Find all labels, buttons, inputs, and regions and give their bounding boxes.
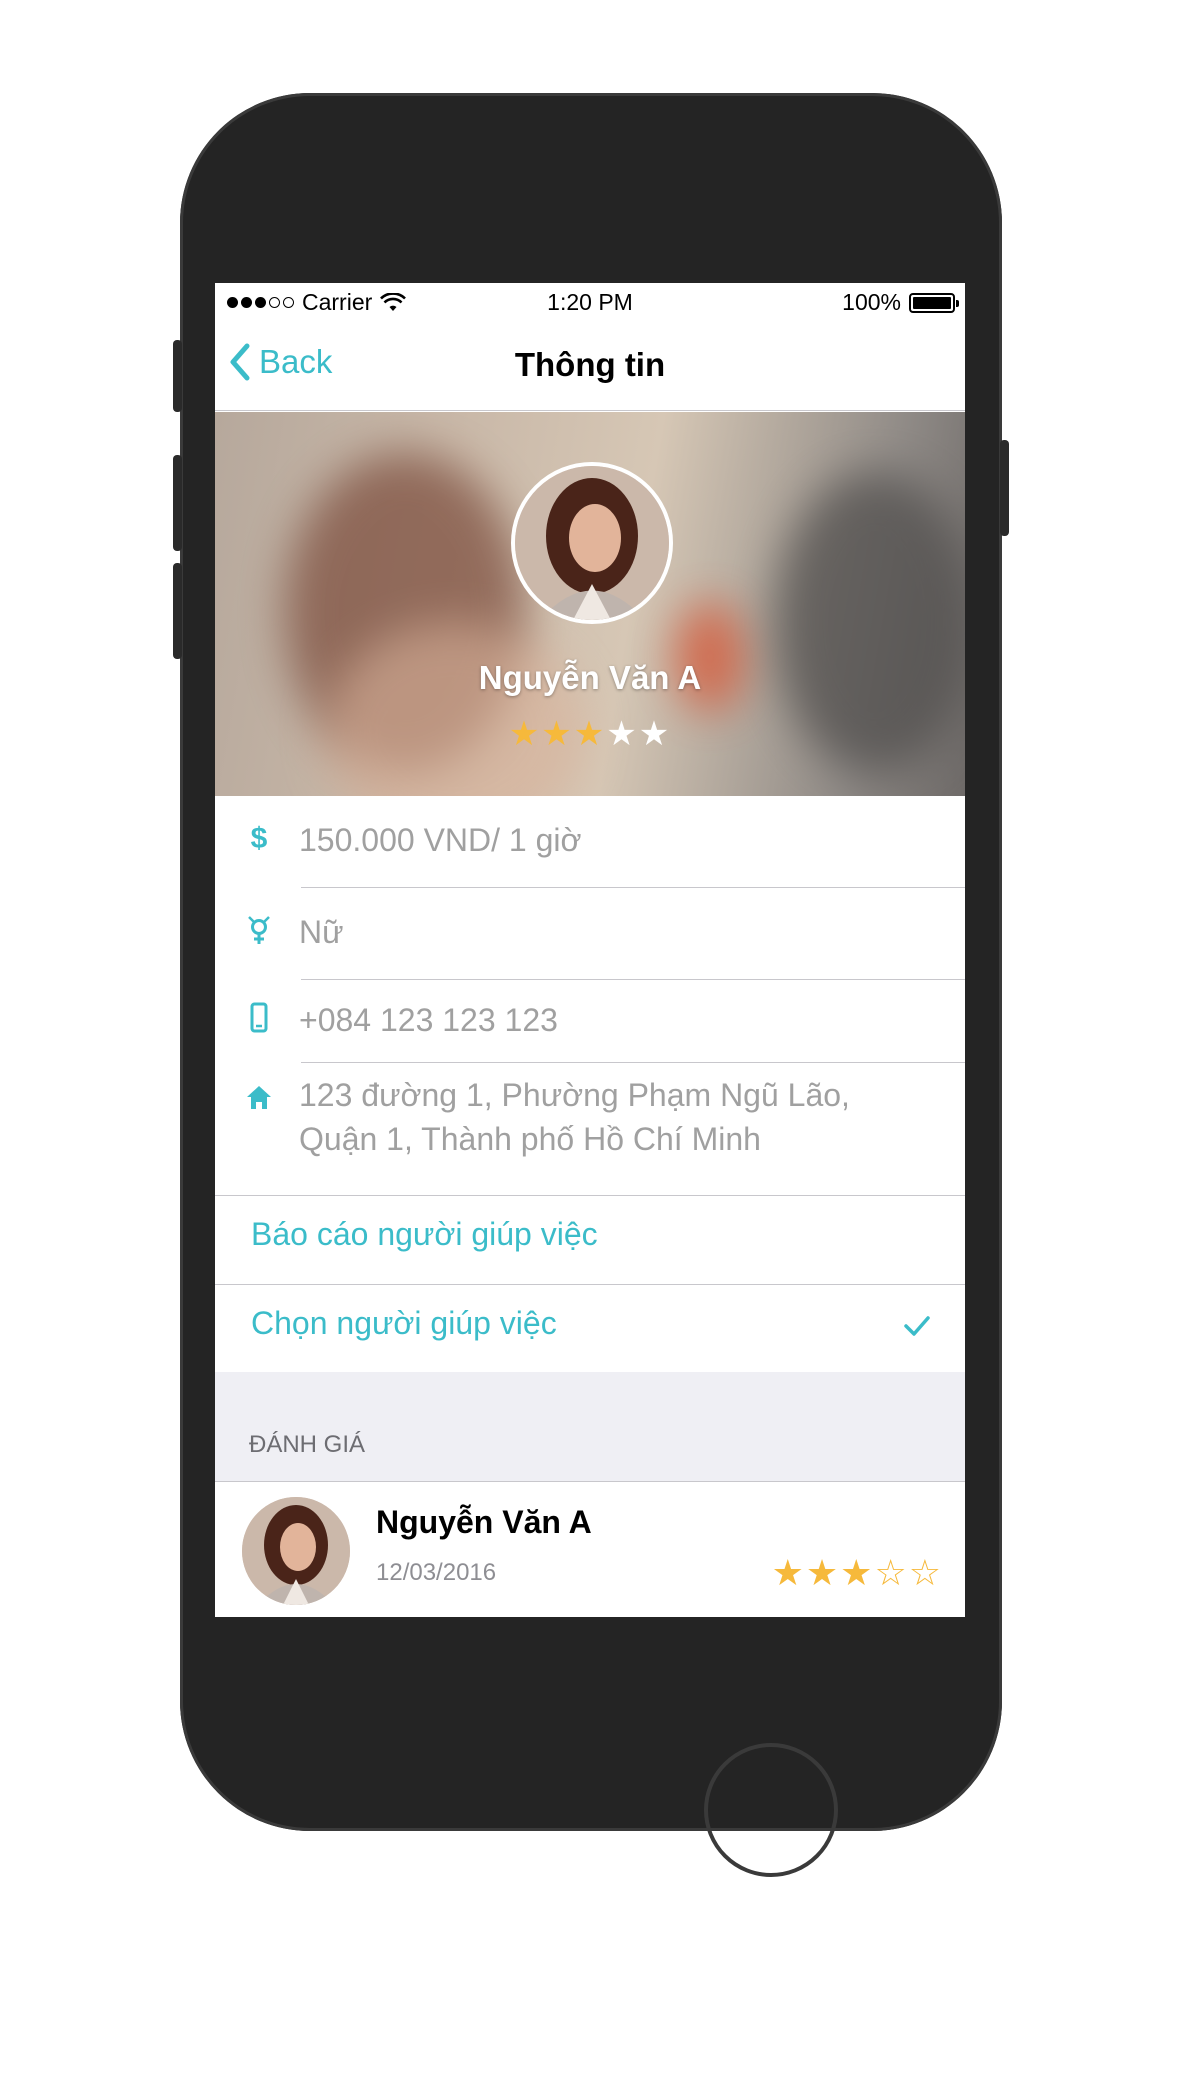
profile-rating: ★★★★★ [215, 714, 965, 754]
star-icon: ★ [840, 1552, 875, 1593]
battery-percent: 100% [842, 289, 901, 315]
battery-icon [909, 292, 959, 313]
dollar-icon: $ [250, 822, 268, 855]
profile-header: Nguyễn Văn A ★★★★★ [215, 412, 965, 796]
mobile-phone-icon [250, 1002, 268, 1033]
star-icon: ★ [771, 1552, 806, 1593]
phone-row[interactable]: +084 123 123 123 [215, 980, 965, 1062]
checkmark-icon [904, 1316, 930, 1336]
status-right: 100% [842, 289, 959, 316]
gender-value: Nữ [299, 914, 344, 950]
report-helper-label: Báo cáo người giúp việc [251, 1216, 598, 1252]
report-helper-button[interactable]: Báo cáo người giúp việc [215, 1196, 965, 1284]
status-bar: Carrier 1:20 PM 100% [215, 283, 965, 323]
star-icon: ★ [638, 715, 672, 753]
mute-switch [173, 340, 182, 412]
star-icon: ★ [606, 715, 639, 753]
reviews-section-header [215, 1372, 965, 1481]
price-value: 150.000 VND/ 1 giờ [299, 822, 582, 858]
review-item[interactable]: Nguyễn Văn A 12/03/2016 ★★★☆☆ [215, 1482, 965, 1617]
gender-icon [248, 916, 270, 944]
star-icon: ★ [508, 715, 542, 753]
reviews-section-title: ĐÁNH GIÁ [249, 1431, 366, 1458]
phone-value: +084 123 123 123 [299, 1002, 558, 1038]
address-line-2: Quận 1, Thành phố Hồ Chí Minh [299, 1121, 761, 1157]
avatar-portrait [242, 1497, 350, 1605]
profile-avatar [511, 462, 673, 624]
price-row: $ 150.000 VND/ 1 giờ [215, 796, 965, 887]
review-date: 12/03/2016 [376, 1559, 497, 1586]
star-outline-icon: ☆ [874, 1552, 909, 1593]
avatar-portrait [515, 466, 669, 620]
home-icon [247, 1086, 271, 1109]
star-outline-icon: ☆ [908, 1552, 943, 1593]
choose-helper-label: Chọn người giúp việc [251, 1305, 557, 1341]
address-row: 123 đường 1, Phường Phạm Ngũ Lão, Quận 1… [215, 1063, 965, 1177]
volume-up-button [173, 455, 182, 551]
power-button [1000, 440, 1009, 536]
address-line-1: 123 đường 1, Phường Phạm Ngũ Lão, [299, 1077, 850, 1113]
home-button[interactable] [704, 1743, 838, 1877]
profile-name: Nguyễn Văn A [478, 659, 702, 696]
reviewer-avatar [242, 1497, 350, 1605]
review-rating: ★★★☆☆ [772, 1552, 943, 1594]
choose-helper-button[interactable]: Chọn người giúp việc [215, 1285, 965, 1373]
navigation-bar: Back Thông tin [215, 323, 965, 411]
gender-row: Nữ [215, 888, 965, 979]
star-icon: ★ [805, 1552, 841, 1593]
star-icon: ★ [541, 715, 574, 753]
star-icon: ★ [573, 715, 607, 753]
volume-down-button [173, 563, 182, 659]
reviewer-name: Nguyễn Văn A [376, 1504, 592, 1540]
app-screen: Carrier 1:20 PM 100% Back Thông tin Nguy… [215, 283, 965, 1617]
page-title: Thông tin [514, 346, 666, 383]
